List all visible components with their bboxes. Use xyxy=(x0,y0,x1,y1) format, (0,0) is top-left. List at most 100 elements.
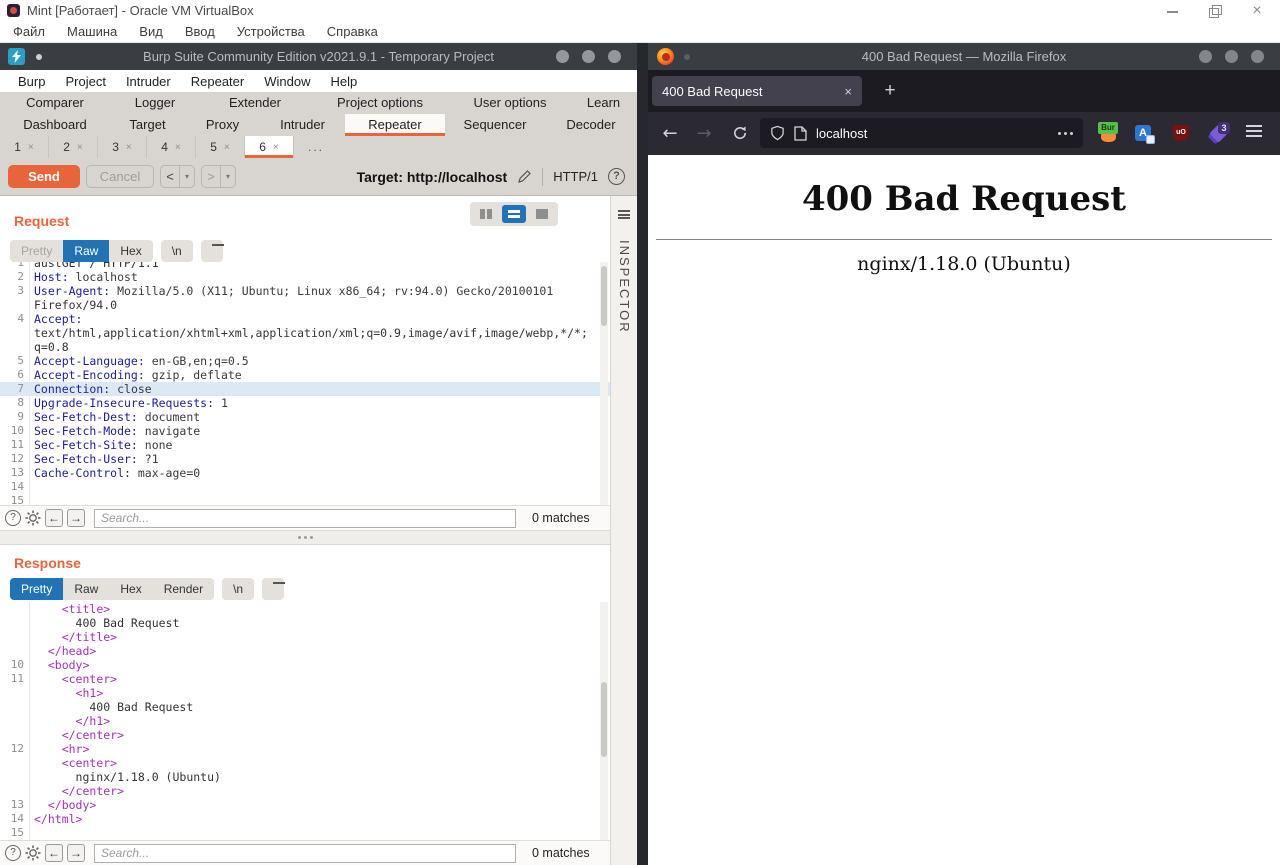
window-button-icon[interactable] xyxy=(556,50,569,63)
close-tab-icon[interactable]: × xyxy=(224,142,230,153)
page-info-icon[interactable] xyxy=(794,126,807,141)
page-actions-icon[interactable] xyxy=(1058,132,1073,135)
burp-tab-proxy[interactable]: Proxy xyxy=(185,114,260,136)
close-tab-icon[interactable]: × xyxy=(77,142,83,153)
response-line[interactable]: 11 <center> xyxy=(0,672,610,686)
extension-foxyproxy-icon[interactable]: Bur xyxy=(1098,122,1120,144)
burp-tab-project-options[interactable]: Project options xyxy=(310,92,450,114)
single-layout-icon[interactable] xyxy=(530,205,554,223)
minimize-icon[interactable] xyxy=(1166,4,1180,18)
request-line[interactable]: 2Host: localhost xyxy=(0,270,610,284)
request-scrollbar[interactable] xyxy=(600,262,608,505)
columns-layout-icon[interactable] xyxy=(474,205,498,223)
view-tab-render[interactable]: Render xyxy=(153,578,214,600)
browser-tab[interactable]: 400 Bad Request × xyxy=(652,76,862,106)
newline-toggle-button[interactable]: \n xyxy=(161,240,193,262)
extension-ublock-icon[interactable]: uO xyxy=(1170,122,1192,144)
response-line[interactable]: 15 xyxy=(0,826,610,840)
response-line[interactable]: </center> xyxy=(0,784,610,798)
shield-icon[interactable] xyxy=(770,125,785,141)
response-search-input[interactable] xyxy=(94,844,516,863)
vbox-menu-item[interactable]: Справка xyxy=(316,24,389,39)
burp-tab-sequencer[interactable]: Sequencer xyxy=(445,114,545,136)
response-scrollbar[interactable] xyxy=(600,602,608,840)
vbox-menu-item[interactable]: Вид xyxy=(128,24,174,39)
url-bar[interactable]: localhost xyxy=(760,118,1083,148)
burp-menu-burp[interactable]: Burp xyxy=(8,74,55,89)
response-line[interactable]: 14</html> xyxy=(0,812,610,826)
help-icon[interactable]: ? xyxy=(5,510,21,526)
restore-icon[interactable] xyxy=(1208,4,1222,18)
burp-tab-comparer[interactable]: Comparer xyxy=(0,92,110,114)
back-button[interactable]: ← xyxy=(658,121,682,145)
request-editor[interactable]: 1austGET / HTTP/1.12Host: localhost3User… xyxy=(0,262,610,505)
close-tab-icon[interactable]: × xyxy=(28,142,34,153)
repeater-tab-5[interactable]: 5× xyxy=(196,136,245,158)
request-line[interactable]: 13Cache-Control: max-age=0 xyxy=(0,466,610,480)
new-tab-button[interactable]: + xyxy=(878,79,902,103)
window-button-icon[interactable] xyxy=(1251,50,1264,63)
inspector-sidebar[interactable]: INSPECTOR xyxy=(610,196,637,865)
burp-tab-logger[interactable]: Logger xyxy=(110,92,200,114)
view-tab-raw[interactable]: Raw xyxy=(63,240,109,262)
settings-gear-icon[interactable] xyxy=(25,845,41,861)
editor-menu-button[interactable] xyxy=(201,240,223,262)
editor-menu-button[interactable] xyxy=(262,578,284,600)
window-button-icon[interactable] xyxy=(1199,50,1212,63)
response-editor[interactable]: <title> 400 Bad Request </title> </head>… xyxy=(0,602,610,840)
panel-splitter-handle[interactable] xyxy=(0,530,610,545)
firefox-menu-icon[interactable] xyxy=(1246,125,1262,139)
send-button[interactable]: Send xyxy=(8,165,80,188)
history-back-button[interactable]: < ▾ xyxy=(160,165,195,188)
vbox-menu-item[interactable]: Устройства xyxy=(226,24,316,39)
settings-gear-icon[interactable] xyxy=(25,510,41,526)
window-button-icon[interactable] xyxy=(582,50,595,63)
view-tab-raw[interactable]: Raw xyxy=(63,578,109,600)
firefox-titlebar[interactable]: 400 Bad Request — Mozilla Firefox xyxy=(648,43,1280,70)
burp-tab-intruder[interactable]: Intruder xyxy=(260,114,345,136)
forward-button[interactable]: → xyxy=(692,121,716,145)
vbox-menu-item[interactable]: Машина xyxy=(56,24,128,39)
rows-layout-icon[interactable] xyxy=(502,205,526,223)
request-line[interactable]: 3User-Agent: Mozilla/5.0 (X11; Ubuntu; L… xyxy=(0,284,610,298)
edit-target-pencil-icon[interactable] xyxy=(517,169,532,184)
dropdown-caret-icon[interactable]: ▾ xyxy=(180,172,194,181)
newline-toggle-button[interactable]: \n xyxy=(222,578,254,600)
burp-menu-project[interactable]: Project xyxy=(55,74,115,89)
reload-button[interactable] xyxy=(728,121,752,145)
burp-tab-user-options[interactable]: User options xyxy=(450,92,570,114)
response-line[interactable]: </center> xyxy=(0,728,610,742)
burp-tab-target[interactable]: Target xyxy=(110,114,185,136)
request-line[interactable]: q=0.8 xyxy=(0,340,610,354)
burp-menu-help[interactable]: Help xyxy=(320,74,367,89)
more-tabs-button[interactable]: ... xyxy=(294,136,338,158)
view-tab-hex[interactable]: Hex xyxy=(109,578,152,600)
response-line[interactable]: </title> xyxy=(0,630,610,644)
request-line[interactable]: text/html,application/xhtml+xml,applicat… xyxy=(0,326,610,340)
url-text[interactable]: localhost xyxy=(816,126,867,141)
repeater-tab-4[interactable]: 4× xyxy=(147,136,196,158)
response-line[interactable]: <h1> xyxy=(0,686,610,700)
repeater-tab-1[interactable]: 1× xyxy=(0,136,49,158)
next-match-button[interactable]: → xyxy=(67,844,85,862)
extension-translator-icon[interactable]: A xyxy=(1133,122,1155,144)
request-line[interactable]: Firefox/94.0 xyxy=(0,298,610,312)
window-button-icon[interactable] xyxy=(608,50,621,63)
request-line[interactable]: 5Accept-Language: en-GB,en;q=0.5 xyxy=(0,354,610,368)
window-button-icon[interactable] xyxy=(1225,50,1238,63)
close-tab-icon[interactable]: × xyxy=(126,142,132,153)
close-tab-icon[interactable]: × xyxy=(175,142,181,153)
close-tab-icon[interactable]: × xyxy=(273,142,279,153)
extension-containers-icon[interactable]: 3 xyxy=(1208,122,1230,144)
vbox-menu-item[interactable]: Ввод xyxy=(174,24,226,39)
request-line[interactable]: 8Upgrade-Insecure-Requests: 1 xyxy=(0,396,610,410)
request-line[interactable]: 14 xyxy=(0,480,610,494)
request-line[interactable]: 1austGET / HTTP/1.1 xyxy=(0,262,610,270)
vbox-menu-item[interactable]: Файл xyxy=(2,24,56,39)
history-forward-button[interactable]: > ▾ xyxy=(201,165,236,188)
help-icon[interactable]: ? xyxy=(608,168,625,185)
request-line[interactable]: 4Accept: xyxy=(0,312,610,326)
response-line[interactable]: <center> xyxy=(0,756,610,770)
burp-tab-extender[interactable]: Extender xyxy=(200,92,310,114)
help-icon[interactable]: ? xyxy=(5,845,21,861)
